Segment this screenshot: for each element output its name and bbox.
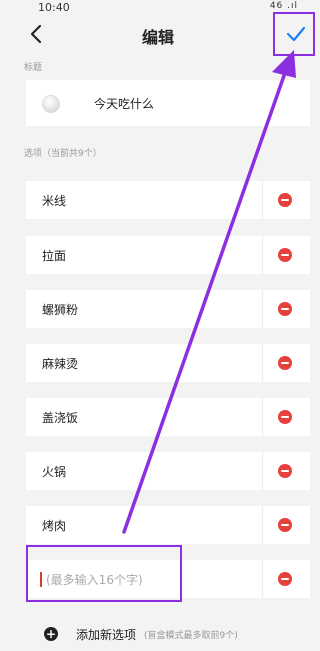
annotation-arrow xyxy=(122,50,296,534)
